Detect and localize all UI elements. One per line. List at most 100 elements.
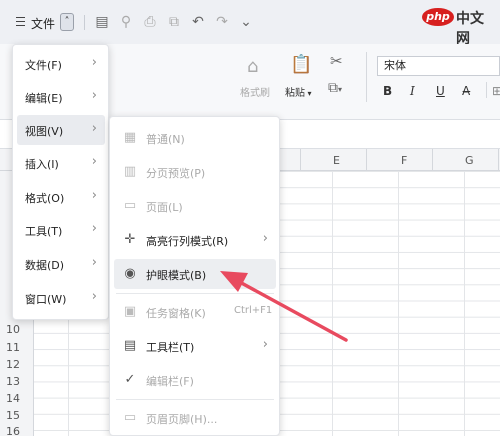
print-icon[interactable]: ⎙ [142, 14, 158, 30]
menu-item-view[interactable]: 视图(V) › [17, 115, 105, 145]
menu-divider [116, 399, 274, 400]
chevron-right-icon: › [91, 255, 97, 270]
menu-item-edit[interactable]: 编辑(E) › [17, 82, 105, 112]
menu-item-format[interactable]: 格式(O) › [17, 182, 105, 212]
view-submenu: ▦ 普通(N) ▥ 分页预览(P) ▭ 页面(L) ✛ 高亮行列模式(R) › … [109, 116, 280, 436]
menu-item-label: 插入(I) [25, 158, 59, 171]
menu-item-tools[interactable]: 工具(T) › [17, 215, 105, 245]
menu-item-highlight-row-col[interactable]: ✛ 高亮行列模式(R) › [114, 225, 276, 255]
menu-item-label: 工具栏(T) [146, 341, 195, 354]
column-divider [300, 149, 301, 171]
row-header[interactable]: 12 [6, 358, 26, 371]
php-logo-oval: php [422, 8, 454, 26]
toolbar-divider [84, 15, 85, 30]
chevron-right-icon: › [91, 55, 97, 70]
ribbon-divider [366, 52, 367, 102]
pane-icon: ▣ [123, 304, 137, 319]
menu-item-label: 工具(T) [25, 225, 63, 238]
border-icon[interactable]: ⊞ [492, 84, 500, 98]
menu-item-label: 页眉页脚(H)... [146, 413, 218, 426]
column-header-g[interactable]: G [465, 154, 474, 167]
chevron-right-icon: › [262, 231, 268, 246]
print-preview-icon[interactable]: ⧉ [166, 14, 182, 30]
save-icon[interactable]: ▤ [94, 14, 110, 30]
menu-item-label: 视图(V) [25, 125, 64, 138]
chevron-right-icon: › [91, 188, 97, 203]
menu-item-page-break-preview[interactable]: ▥ 分页预览(P) [114, 157, 276, 187]
menu-item-label: 文件(F) [25, 59, 62, 72]
menu-icon[interactable] [16, 17, 25, 26]
row-header[interactable]: 16 [6, 425, 26, 436]
undo-icon[interactable]: ↶ [190, 14, 206, 30]
format-painter-icon[interactable]: ⌂ [247, 56, 258, 77]
chevron-right-icon: › [262, 337, 268, 352]
row-header[interactable]: 10 [6, 323, 26, 336]
chevron-right-icon: › [91, 88, 97, 103]
menu-item-normal[interactable]: ▦ 普通(N) [114, 123, 276, 153]
grid-icon: ▦ [123, 130, 137, 145]
paste-button[interactable]: 粘贴 ▾ [285, 84, 312, 99]
watermark-text: 中文网 [456, 11, 484, 47]
export-pdf-icon[interactable]: ⚲ [118, 14, 134, 30]
chevron-right-icon: › [91, 221, 97, 236]
menu-item-label: 数据(D) [25, 259, 65, 272]
menu-item-shortcut: Ctrl+F1 [234, 305, 273, 316]
menu-item-label: 任务窗格(K) [146, 307, 206, 320]
menu-item-label: 编辑栏(F) [146, 375, 194, 388]
row-header[interactable]: 14 [6, 392, 26, 405]
chevron-down-icon[interactable]: ⌄ [238, 14, 254, 30]
copy-icon[interactable]: ⧉▾ [328, 80, 342, 96]
column-header-f[interactable]: F [401, 154, 407, 167]
menu-item-header-footer[interactable]: ▭ 页眉页脚(H)... [114, 403, 276, 433]
menu-item-edit-bar[interactable]: ✓ 编辑栏(F) [114, 365, 276, 395]
menu-item-label: 普通(N) [146, 133, 185, 146]
crosshair-icon: ✛ [124, 232, 136, 247]
file-dropdown-menu: 文件(F) › 编辑(E) › 视图(V) › 插入(I) › 格式(O) › … [12, 44, 109, 320]
menu-item-label: 页面(L) [146, 201, 183, 214]
row-header[interactable]: 13 [6, 375, 26, 388]
italic-button[interactable]: I [410, 84, 415, 98]
row-header[interactable]: 15 [6, 409, 26, 422]
menu-item-file[interactable]: 文件(F) › [17, 49, 105, 79]
chevron-up-icon[interactable]: ˄ [60, 13, 74, 31]
column-divider [366, 149, 367, 171]
menu-item-label: 护眼模式(B) [146, 269, 207, 282]
menu-item-label: 格式(O) [25, 192, 65, 205]
menu-item-label: 窗口(W) [25, 293, 67, 306]
file-menu-button[interactable]: 文件 [31, 15, 55, 32]
menu-item-insert[interactable]: 插入(I) › [17, 148, 105, 178]
menu-item-eye-protection[interactable]: ◉ 护眼模式(B) [114, 259, 276, 289]
column-divider [498, 149, 499, 171]
cut-icon[interactable]: ✂ [330, 52, 343, 70]
chevron-right-icon: › [91, 154, 97, 169]
bold-button[interactable]: B [383, 84, 392, 98]
page-break-icon: ▥ [123, 164, 137, 179]
row-header[interactable]: 11 [6, 341, 26, 354]
watermark-logo: php 中文网 [422, 4, 496, 47]
column-divider [432, 149, 433, 171]
chevron-right-icon: › [91, 121, 97, 136]
page-icon: ▭ [123, 198, 137, 213]
ribbon-divider-2 [486, 82, 487, 98]
toolbar-icon: ▤ [123, 338, 137, 353]
menu-item-label: 高亮行列模式(R) [146, 235, 229, 248]
paste-label: 粘贴 [285, 88, 305, 99]
menu-divider [116, 293, 274, 294]
header-footer-icon: ▭ [123, 410, 137, 425]
menu-item-label: 编辑(E) [25, 92, 63, 105]
check-icon: ✓ [124, 372, 136, 387]
redo-icon[interactable]: ↷ [214, 14, 230, 30]
underline-button[interactable]: U [436, 84, 445, 98]
chevron-right-icon: › [91, 289, 97, 304]
menu-item-page-layout[interactable]: ▭ 页面(L) [114, 191, 276, 221]
font-name-select[interactable]: 宋体 [377, 56, 500, 76]
strikethrough-button[interactable]: A̶ [462, 84, 470, 98]
menu-item-task-pane[interactable]: ▣ 任务窗格(K) Ctrl+F1 [114, 297, 276, 327]
menu-item-window[interactable]: 窗口(W) › [17, 283, 105, 313]
menu-item-data[interactable]: 数据(D) › [17, 249, 105, 279]
format-painter-button[interactable]: 格式刷 [240, 84, 270, 99]
paste-icon[interactable]: 📋 [290, 54, 312, 75]
menu-item-toolbar[interactable]: ▤ 工具栏(T) › [114, 331, 276, 361]
column-header-e[interactable]: E [333, 154, 340, 167]
menu-item-label: 分页预览(P) [146, 167, 206, 180]
